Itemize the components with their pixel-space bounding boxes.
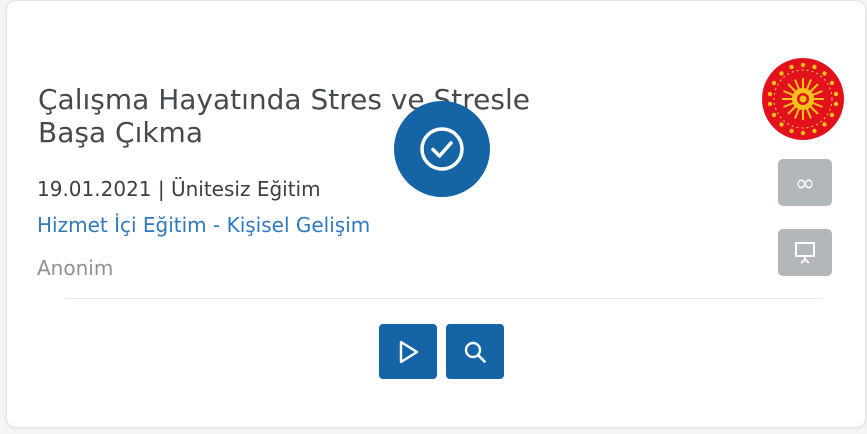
play-icon <box>399 340 419 363</box>
play-button[interactable] <box>379 324 437 379</box>
presidential-emblem-icon <box>762 58 844 140</box>
infinity-icon: ∞ <box>795 168 815 197</box>
unlimited-access-button[interactable]: ∞ <box>778 159 832 206</box>
presentation-button[interactable] <box>778 229 832 276</box>
card-actions <box>379 324 504 379</box>
course-category[interactable]: Hizmet İçi Eğitim - Kişisel Gelişim <box>37 213 370 237</box>
course-author: Anonim <box>37 256 114 280</box>
course-date-type: 19.01.2021 | Ünitesiz Eğitim <box>37 177 321 201</box>
course-title[interactable]: Çalışma Hayatında Stres ve Stresle Başa … <box>38 83 598 149</box>
completed-badge <box>394 101 490 197</box>
presentation-icon <box>795 241 815 264</box>
search-button[interactable] <box>446 324 504 379</box>
course-card: Çalışma Hayatında Stres ve Stresle Başa … <box>6 0 866 428</box>
check-circle-icon <box>420 127 464 171</box>
divider <box>65 298 821 299</box>
search-icon <box>464 341 486 363</box>
